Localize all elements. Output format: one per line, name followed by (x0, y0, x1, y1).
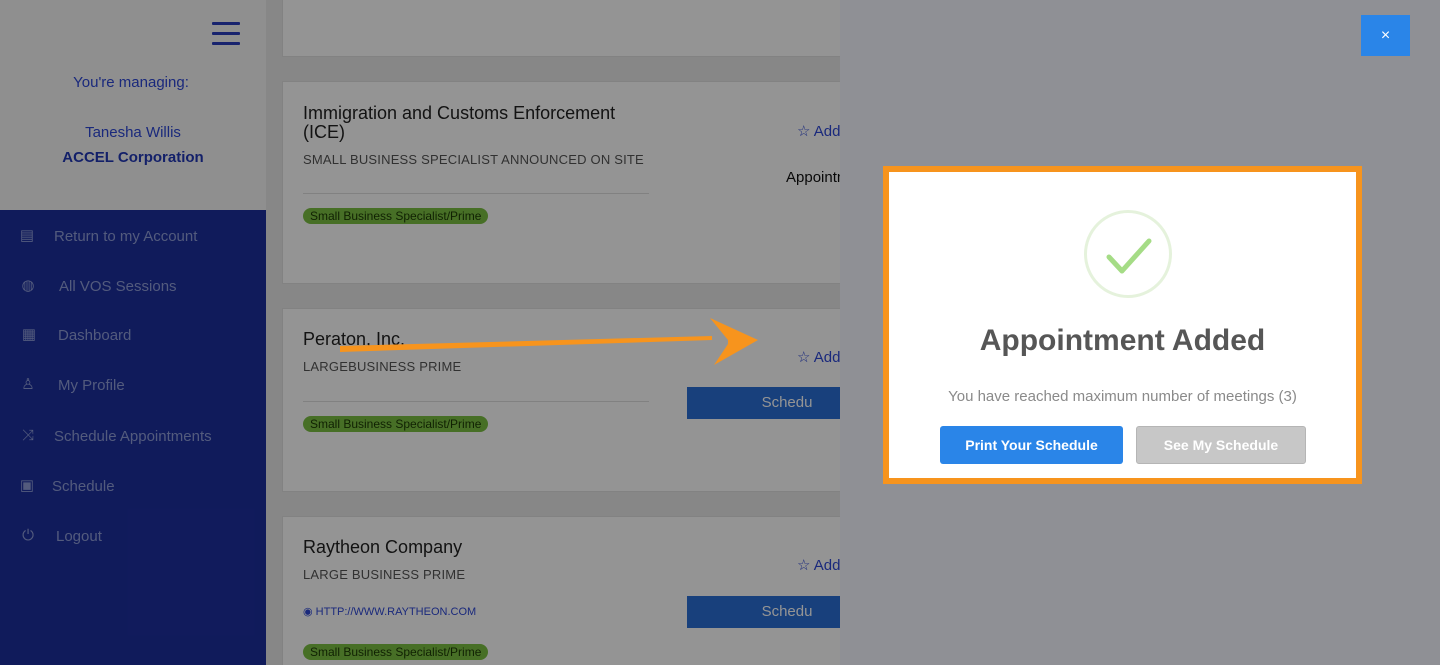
see-my-schedule-button[interactable]: See My Schedule (1136, 426, 1306, 464)
arrow-annotation-icon (340, 318, 758, 365)
close-button[interactable]: × (1361, 15, 1410, 56)
modal-message: You have reached maximum number of meeti… (948, 388, 1297, 405)
modal-title: Appointment Added (979, 324, 1266, 357)
print-schedule-button[interactable]: Print Your Schedule (940, 426, 1123, 464)
appointment-added-modal: Appointment Added You have reached maxim… (883, 166, 1362, 484)
success-check-icon (1084, 210, 1172, 298)
